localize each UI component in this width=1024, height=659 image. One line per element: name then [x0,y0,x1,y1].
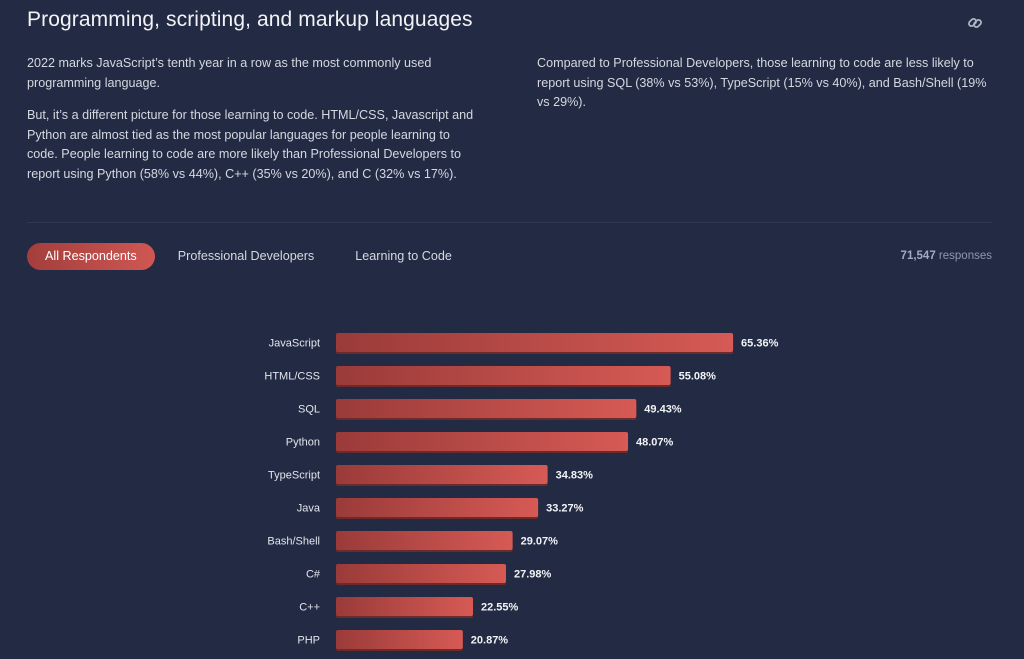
value-label: 48.07% [636,437,674,449]
bar-html-css[interactable] [336,366,671,385]
category-label: Python [286,437,320,449]
category-label: SQL [298,404,320,416]
responses-number: 71,547 [900,250,936,262]
bar-csharp[interactable] [336,564,506,583]
section-divider [27,222,992,223]
tab-learning-to-code[interactable]: Learning to Code [337,243,470,270]
category-label: TypeScript [268,470,320,482]
section-title: Programming, scripting, and markup langu… [27,8,473,31]
bar-bash-shell[interactable] [336,531,513,550]
bar-java[interactable] [336,498,539,517]
value-label: 65.36% [741,338,779,350]
intro-paragraph-2: But, it’s a different picture for those … [27,108,474,181]
tab-professional-developers[interactable]: Professional Developers [160,243,333,270]
value-label: 27.98% [514,569,552,581]
bar-php[interactable] [336,630,463,649]
link-icon[interactable] [966,14,984,32]
bar-typescript[interactable] [336,465,548,484]
intro-paragraph-1: 2022 marks JavaScript’s tenth year in a … [27,56,432,90]
value-label: 20.87% [471,635,509,647]
value-label: 22.55% [481,602,519,614]
bar-cplusplus[interactable] [336,597,473,616]
category-label: Java [297,503,321,515]
tab-all-respondents[interactable]: All Respondents [27,243,155,270]
responses-count: 71,547 responses [901,250,992,262]
category-label: HTML/CSS [264,371,320,383]
intro-paragraph-3: Compared to Professional Developers, tho… [537,56,987,109]
category-label: Bash/Shell [267,536,320,548]
responses-suffix: responses [935,250,992,262]
bar-chart: JavaScript 65.36% HTML/CSS 55.08% SQL 49.43% P… [264,333,779,651]
category-label: PHP [297,635,320,647]
bar-python[interactable] [336,432,629,451]
category-label: C++ [299,602,320,614]
value-label: 34.83% [556,470,594,482]
value-label: 55.08% [679,371,717,383]
value-label: 29.07% [521,536,559,548]
category-label: C# [306,569,321,581]
respondent-tabs: All Respondents Professional Developers … [27,243,475,270]
bar-sql[interactable] [336,399,637,418]
category-label: JavaScript [269,338,320,350]
bar-javascript[interactable] [336,333,734,352]
value-label: 33.27% [546,503,584,515]
value-label: 49.43% [644,404,682,416]
